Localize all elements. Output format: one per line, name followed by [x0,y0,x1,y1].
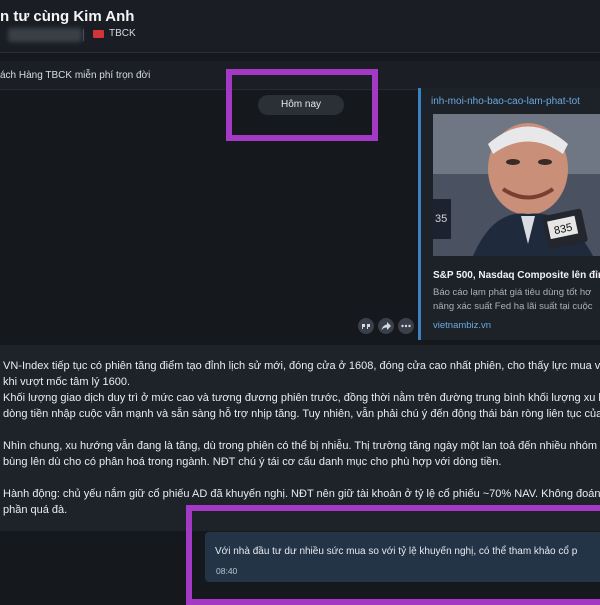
link-domain[interactable]: vietnambiz.vn [433,320,491,331]
message-line: dòng tiền nhập cuộc vẫn mạnh và sẵn sàng… [3,408,600,420]
link-title[interactable]: S&P 500, Nasdaq Composite lên đỉnh [433,270,600,281]
image-badge-text-left: 35 [435,213,447,225]
chat-title[interactable]: n tư cùng Kim Anh [0,8,134,25]
message-bubble[interactable]: VN-Index tiếp tục có phiên tăng điểm tạo… [0,345,600,531]
message-line: Hành động: chủ yếu nắm giữ cổ phiếu AD đ… [3,488,600,500]
header-divider [83,29,84,41]
quote-button[interactable] [358,318,374,334]
link-preview-image[interactable]: 835 35 [433,114,600,256]
message-line: Khối lượng giao dịch duy trì ở mức cao v… [3,392,600,404]
pinned-message-text: ách Hàng TBCK miễn phí trọn đời [0,70,151,81]
forward-icon [381,322,391,331]
annotation-highlight-box [226,69,378,141]
more-dots-icon [401,324,411,328]
chat-header: n tư cùng Kim Anh TBCK [0,0,600,53]
more-button[interactable] [398,318,414,334]
tag-icon [93,30,104,38]
link-preview-card[interactable]: inh-moi-nho-bao-cao-lam-phat-tot 835 35 … [418,88,600,340]
topic-tag[interactable]: TBCK [109,28,136,39]
message-line: VN-Index tiếp tục có phiên tăng điểm tạo… [3,360,600,372]
message-line: phần quá đà. [3,504,68,516]
link-description: Báo cáo lạm phát giá tiêu dùng tốt hơ [433,287,592,298]
message-line: bùng lên dù cho có phân hoá trong ngành.… [3,456,502,468]
blurred-member-count [8,28,82,42]
message-line: Nhìn chung, xu hướng vẫn đang là tăng, d… [3,440,600,452]
quote-icon [362,324,370,329]
link-url[interactable]: inh-moi-nho-bao-cao-lam-phat-tot [431,96,580,107]
annotation-highlight-box [186,505,600,605]
forward-button[interactable] [378,318,394,334]
message-line: khi vượt mốc tâm lý 1600. [3,376,131,388]
link-description: nâng xác suất Fed hạ lãi suất tại cuộc [433,301,593,312]
